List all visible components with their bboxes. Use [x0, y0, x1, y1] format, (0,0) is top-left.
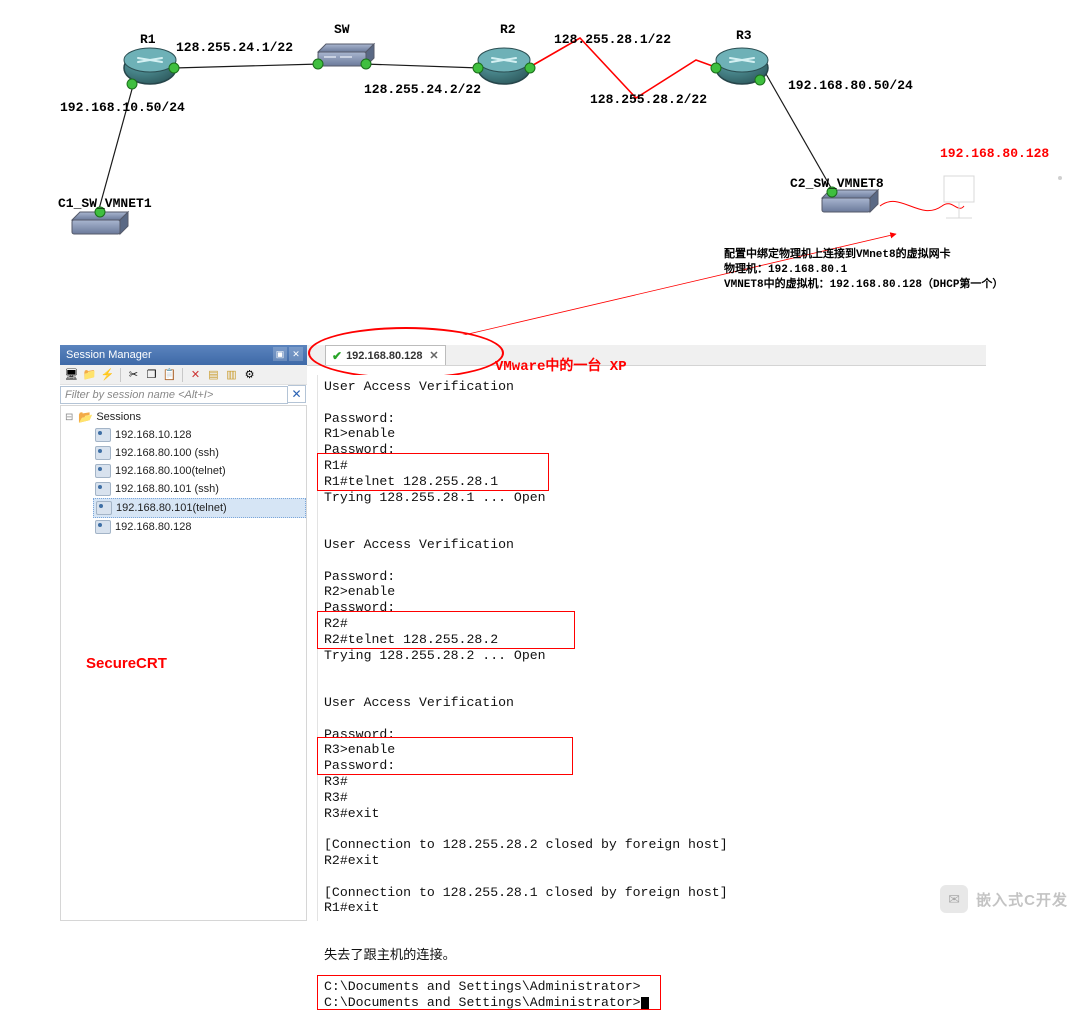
tab-strip: ✔ 192.168.80.128 ✕	[307, 345, 986, 366]
cut-icon[interactable]: ✂	[126, 367, 141, 382]
paste-icon[interactable]: 📋	[162, 367, 177, 382]
option1-icon[interactable]: ▤	[206, 367, 221, 382]
network-topology: R1 SW R2 R3 C1_SW_VMNET1 C2_SW_VMNET8 12…	[0, 0, 1080, 335]
annotation-block: 配置中绑定物理机上连接到VMnet8的虚拟网卡 物理机：192.168.80.1…	[724, 248, 1003, 293]
tree-item-label: 192.168.80.101 (ssh)	[115, 483, 219, 495]
quick-connect-icon[interactable]: ⚡	[100, 367, 115, 382]
label-sw: SW	[334, 22, 350, 37]
ip-r2-r3-left: 128.255.28.1/22	[554, 32, 671, 47]
close-icon[interactable]: ✕	[289, 347, 303, 361]
tree-item[interactable]: 192.168.80.128	[93, 518, 306, 536]
tab-connected-icon: ✔	[332, 349, 342, 363]
ip-r2-r3-right: 128.255.28.2/22	[590, 92, 707, 107]
tab-label: 192.168.80.128	[346, 350, 422, 362]
new-session-icon[interactable]: 🖥	[64, 367, 79, 382]
session-filter-input[interactable]: Filter by session name <Alt+I>	[60, 386, 288, 404]
router-r2	[478, 48, 530, 84]
tree-item[interactable]: 192.168.10.128	[93, 426, 306, 444]
new-folder-icon[interactable]: 📁	[82, 367, 97, 382]
label-c2: C2_SW_VMNET8	[790, 176, 884, 191]
wechat-icon: ✉	[940, 885, 968, 913]
annotation-line1: 配置中绑定物理机上连接到VMnet8的虚拟网卡	[724, 248, 1003, 263]
securecrt-window: Session Manager ▣ ✕ ✔ 192.168.80.128 ✕ V…	[60, 345, 986, 921]
tree-root[interactable]: 📂 Sessions	[65, 410, 306, 424]
tree-item[interactable]: 192.168.80.100 (ssh)	[93, 444, 306, 462]
tree-item-label: 192.168.80.100 (ssh)	[115, 447, 219, 459]
watermark-text: 嵌入式C开发	[976, 889, 1068, 910]
filter-bar: Filter by session name <Alt+I>✕	[60, 385, 307, 405]
session-icon	[95, 464, 111, 478]
watermark: ✉ 嵌入式C开发	[940, 885, 1068, 913]
session-icon	[95, 520, 111, 534]
label-r3: R3	[736, 28, 752, 43]
session-icon	[95, 482, 111, 496]
session-manager-title: Session Manager	[66, 349, 152, 361]
label-r2: R2	[500, 22, 516, 37]
tree-item[interactable]: 192.168.80.101(telnet)	[93, 498, 306, 518]
tree-item-label: 192.168.80.128	[115, 521, 191, 533]
pc-node	[944, 176, 974, 218]
tree-root-label: Sessions	[96, 411, 141, 423]
ip-r1-sw: 128.255.24.1/22	[176, 40, 293, 55]
session-icon	[96, 501, 112, 515]
folder-icon: 📂	[78, 410, 93, 424]
label-r1: R1	[140, 32, 156, 47]
session-icon	[95, 428, 111, 442]
tree-item-label: 192.168.80.100(telnet)	[115, 465, 226, 477]
delete-icon[interactable]: ✕	[188, 367, 203, 382]
tree-item[interactable]: 192.168.80.101 (ssh)	[93, 480, 306, 498]
annotation-line3: VMNET8中的虚拟机：192.168.80.128（DHCP第一个）	[724, 278, 1003, 293]
properties-icon[interactable]: ⚙	[242, 367, 257, 382]
option2-icon[interactable]: ▥	[224, 367, 239, 382]
session-icon	[95, 446, 111, 460]
copy-icon[interactable]: ❐	[144, 367, 159, 382]
vmware-note: VMware中的一台 XP	[495, 355, 627, 375]
decorative-dot	[1058, 176, 1062, 180]
tree-item-label: 192.168.80.101(telnet)	[116, 502, 227, 514]
pin-icon[interactable]: ▣	[273, 347, 287, 361]
session-toolbar: 🖥 📁 ⚡ ✂ ❐ 📋 ✕ ▤ ▥ ⚙	[60, 365, 307, 385]
terminal-output[interactable]: User Access Verification Password: R1>en…	[317, 375, 986, 921]
session-manager-titlebar[interactable]: Session Manager ▣ ✕	[60, 345, 307, 365]
securecrt-note: SecureCRT	[86, 655, 167, 672]
ip-pc: 192.168.80.128	[940, 146, 1049, 161]
ip-r1-lan: 192.168.10.50/24	[60, 100, 185, 115]
ip-sw-r2: 128.255.24.2/22	[364, 82, 481, 97]
ip-r3-lan: 192.168.80.50/24	[788, 78, 913, 93]
tab-active[interactable]: ✔ 192.168.80.128 ✕	[325, 345, 446, 365]
tree-item[interactable]: 192.168.80.100(telnet)	[93, 462, 306, 480]
clear-filter-icon[interactable]: ✕	[288, 385, 306, 403]
tab-close-icon[interactable]: ✕	[429, 349, 438, 362]
tree-item-label: 192.168.10.128	[115, 429, 191, 441]
label-c1: C1_SW_VMNET1	[58, 196, 152, 211]
annotation-line2: 物理机：192.168.80.1	[724, 263, 1003, 278]
